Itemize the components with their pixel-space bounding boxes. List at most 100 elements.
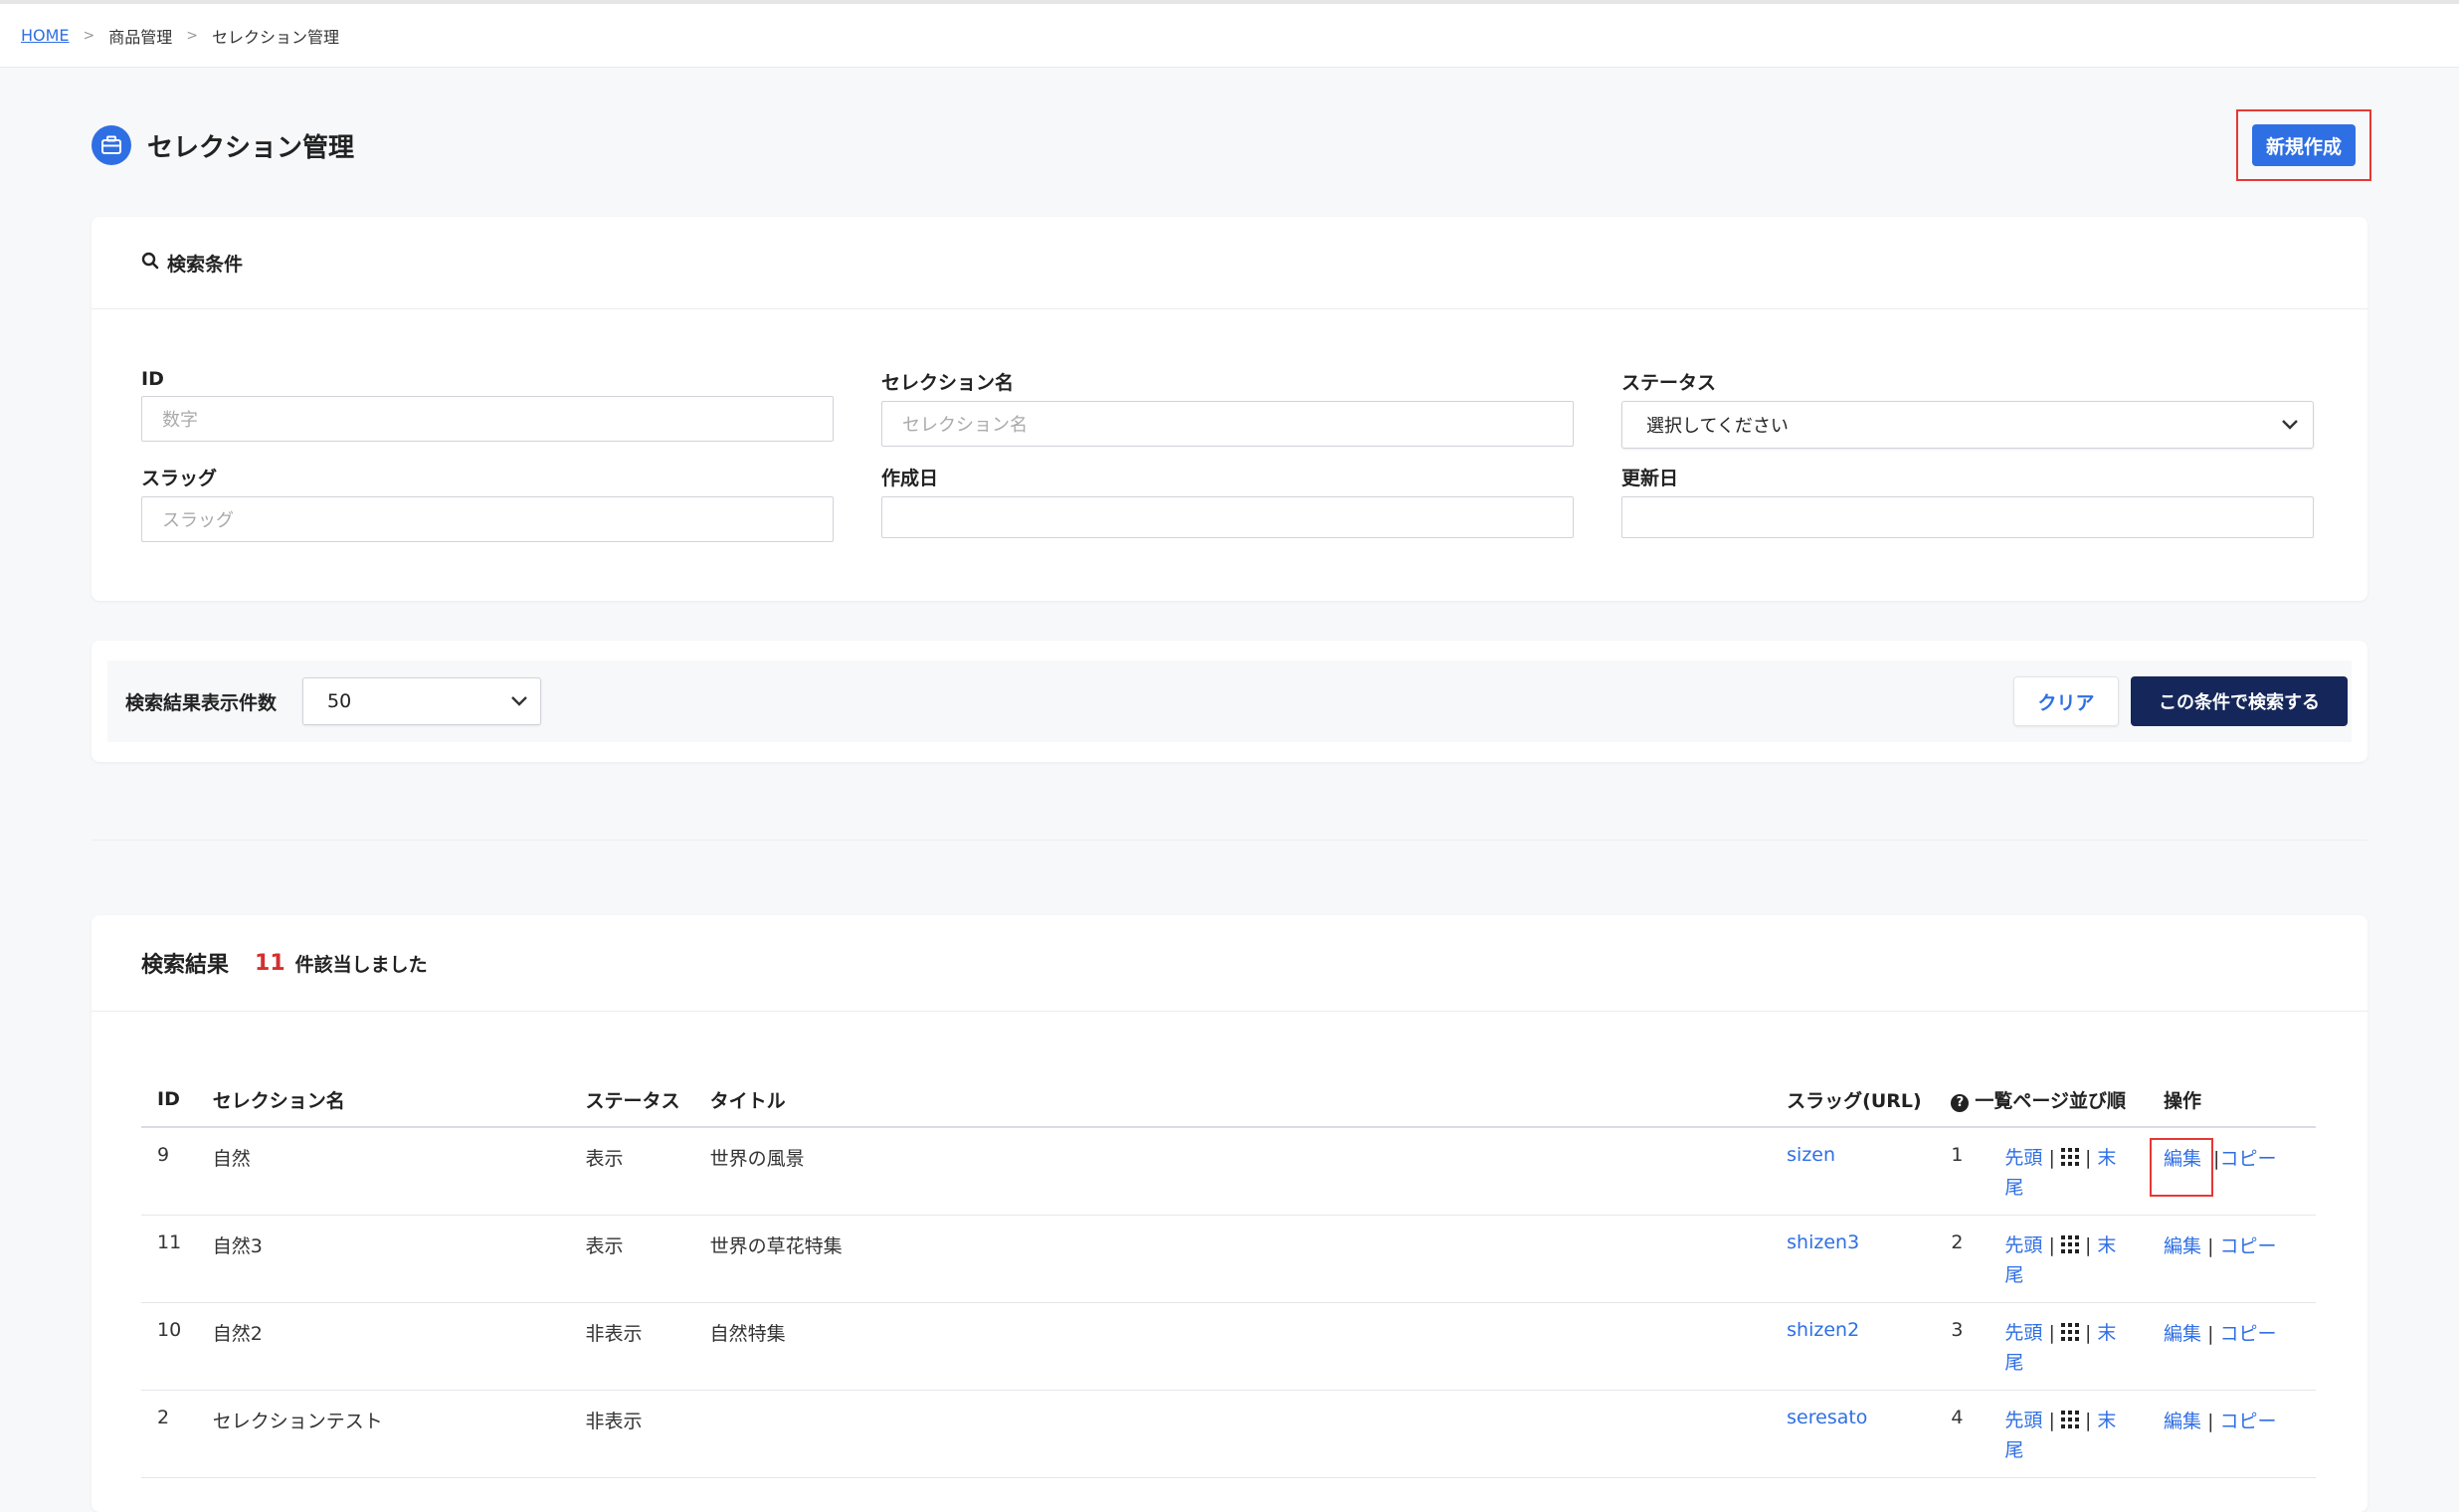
row-ops-cell: 編集 | コピー xyxy=(2164,1302,2316,1391)
breadcrumb-separator: > xyxy=(83,27,95,44)
chevron-down-icon xyxy=(510,690,528,712)
new-create-button[interactable]: 新規作成 xyxy=(2252,124,2356,166)
row-ops-cell: 編集 |コピー xyxy=(2150,1127,2316,1216)
slug-field: スラッグ スラッグ xyxy=(141,464,834,542)
move-first-link[interactable]: 先頭 xyxy=(2004,1147,2042,1169)
slug-label: スラッグ xyxy=(141,468,218,489)
row-order-cell: 2 先頭 | | 末尾 xyxy=(1951,1215,2165,1303)
name-input[interactable]: セレクション名 xyxy=(881,401,1574,447)
created-date-input[interactable] xyxy=(881,496,1574,538)
grid-icon[interactable] xyxy=(2060,1409,2079,1436)
name-field: セレクション名 セレクション名 xyxy=(881,368,1574,447)
row-title: 自然特集 xyxy=(709,1302,1788,1391)
row-ops-cell: 編集 | コピー xyxy=(2164,1390,2316,1478)
separator: | xyxy=(2048,1321,2055,1344)
col-order-label: 一覧ページ並び順 xyxy=(1975,1089,2127,1112)
question-circle-icon[interactable]: ? xyxy=(1951,1093,1970,1112)
slug-input[interactable]: スラッグ xyxy=(141,496,834,542)
col-ops: 操作 xyxy=(2164,1072,2316,1128)
row-slug-link[interactable]: seresato xyxy=(1787,1407,1867,1428)
grid-icon[interactable] xyxy=(2060,1233,2079,1261)
breadcrumb-current: セレクション管理 xyxy=(212,27,340,47)
id-input[interactable]: 数字 xyxy=(141,396,834,442)
row-name: 自然2 xyxy=(212,1302,586,1391)
move-first-link[interactable]: 先頭 xyxy=(2004,1322,2042,1344)
search-action-bar: 検索結果表示件数 50 クリア この条件で検索する xyxy=(92,641,2367,762)
row-slug-cell: shizen2 xyxy=(1787,1302,1952,1391)
copy-link[interactable]: コピー xyxy=(2220,1323,2277,1345)
row-order-number: 4 xyxy=(1951,1406,1964,1428)
edit-link[interactable]: 編集 xyxy=(2164,1235,2201,1257)
separator: | xyxy=(2207,1322,2214,1345)
id-field: ID 数字 xyxy=(141,368,834,442)
separator: | xyxy=(2084,1409,2092,1431)
results-count: 11 xyxy=(255,950,285,976)
new-button-highlight: 新規作成 xyxy=(2236,109,2371,181)
row-slug-link[interactable]: shizen2 xyxy=(1787,1319,1859,1341)
row-slug-link[interactable]: sizen xyxy=(1787,1144,1835,1166)
updated-label: 更新日 xyxy=(1621,468,1679,489)
row-id: 11 xyxy=(141,1215,213,1303)
table-row: 10 自然2 非表示 自然特集 shizen2 3 先頭 | | 末尾 編集 |… xyxy=(141,1302,2316,1391)
col-title[interactable]: タイトル xyxy=(709,1072,1788,1128)
copy-link[interactable]: コピー xyxy=(2220,1235,2277,1257)
edit-link[interactable]: 編集 xyxy=(2164,1411,2201,1432)
breadcrumb-products[interactable]: 商品管理 xyxy=(108,24,172,48)
breadcrumb: HOME > 商品管理 > セレクション管理 xyxy=(0,4,2459,68)
col-order[interactable]: ? 一覧ページ並び順 xyxy=(1951,1072,2165,1128)
results-header: 検索結果 11 件該当しました xyxy=(92,915,2367,1012)
move-first-link[interactable]: 先頭 xyxy=(2004,1234,2042,1256)
breadcrumb-separator: > xyxy=(186,27,199,44)
briefcase-icon xyxy=(92,125,131,165)
row-title xyxy=(709,1390,1788,1478)
separator: | xyxy=(2084,1321,2092,1344)
col-status[interactable]: ステータス xyxy=(585,1072,710,1128)
row-slug-link[interactable]: shizen3 xyxy=(1787,1231,1859,1253)
status-select-value: 選択してください xyxy=(1646,416,1789,437)
status-field: ステータス 選択してください xyxy=(1621,368,2314,449)
row-order-number: 3 xyxy=(1951,1318,1964,1341)
edit-link-highlight: 編集 xyxy=(2150,1138,2214,1197)
row-status: 非表示 xyxy=(585,1390,710,1478)
status-select[interactable]: 選択してください xyxy=(1621,401,2314,449)
row-slug-cell: shizen3 xyxy=(1787,1215,1952,1303)
created-field: 作成日 xyxy=(881,464,1574,538)
row-order-cell: 4 先頭 | | 末尾 xyxy=(1951,1390,2165,1478)
clear-button[interactable]: クリア xyxy=(2013,676,2119,726)
col-id[interactable]: ID xyxy=(141,1072,213,1128)
results-count-value: 50 xyxy=(327,690,352,712)
edit-link[interactable]: 編集 xyxy=(2164,1148,2201,1170)
updated-field: 更新日 xyxy=(1621,464,2314,538)
search-conditions-title: 検索条件 xyxy=(167,253,244,276)
row-status: 表示 xyxy=(585,1127,710,1216)
separator: | xyxy=(2048,1409,2055,1431)
edit-link[interactable]: 編集 xyxy=(2164,1323,2201,1345)
search-action-inner: 検索結果表示件数 50 クリア この条件で検索する xyxy=(107,661,2352,742)
row-status: 非表示 xyxy=(585,1302,710,1391)
grid-icon[interactable] xyxy=(2060,1146,2079,1174)
col-slug[interactable]: スラッグ(URL) xyxy=(1787,1072,1952,1128)
row-slug-cell: sizen xyxy=(1787,1127,1952,1216)
row-id: 9 xyxy=(141,1127,213,1216)
separator: | xyxy=(2084,1147,2092,1169)
created-label: 作成日 xyxy=(881,468,939,489)
page-title: セレクション管理 xyxy=(147,132,355,163)
search-submit-button[interactable]: この条件で検索する xyxy=(2131,676,2348,726)
copy-link[interactable]: コピー xyxy=(2219,1148,2276,1170)
copy-link[interactable]: コピー xyxy=(2220,1411,2277,1432)
row-order-number: 2 xyxy=(1951,1230,1964,1253)
page-header: セレクション管理 xyxy=(92,125,354,165)
table-header-row: ID セレクション名 ステータス タイトル スラッグ(URL) ? 一覧ページ並び… xyxy=(141,1072,2316,1128)
search-conditions-header: 検索条件 xyxy=(92,217,2367,309)
results-table: ID セレクション名 ステータス タイトル スラッグ(URL) ? 一覧ページ並び… xyxy=(141,1072,2316,1478)
updated-date-input[interactable] xyxy=(1621,496,2314,538)
move-first-link[interactable]: 先頭 xyxy=(2004,1410,2042,1431)
results-count-select[interactable]: 50 xyxy=(302,677,542,725)
results-title: 検索結果 xyxy=(141,953,230,978)
grid-icon[interactable] xyxy=(2060,1321,2079,1349)
name-label: セレクション名 xyxy=(881,372,1015,394)
breadcrumb-home[interactable]: HOME xyxy=(21,26,70,45)
col-name[interactable]: セレクション名 xyxy=(212,1072,586,1128)
row-status: 表示 xyxy=(585,1215,710,1303)
separator: | xyxy=(2207,1234,2214,1257)
